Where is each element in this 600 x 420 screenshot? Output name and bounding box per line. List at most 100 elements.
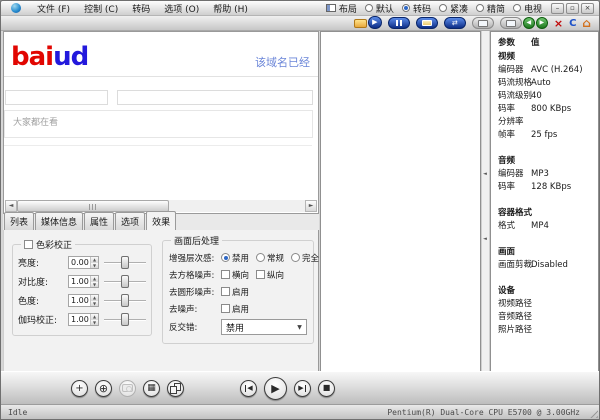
encode-button[interactable]: ▶ bbox=[354, 16, 382, 30]
param-row[interactable]: 码率800 KBps bbox=[498, 103, 596, 116]
gamma-slider[interactable] bbox=[104, 312, 146, 327]
ad-link-box[interactable] bbox=[5, 90, 108, 105]
brightness-value[interactable]: 0.00 bbox=[69, 257, 90, 268]
layout-option-label[interactable]: 紧凑 bbox=[450, 2, 468, 15]
slider-thumb[interactable] bbox=[121, 313, 129, 326]
refresh-button[interactable]: C bbox=[569, 18, 576, 29]
param-row[interactable]: 码流级别40 bbox=[498, 90, 596, 103]
enhance-option-normal[interactable]: 常规 bbox=[256, 252, 284, 264]
slider-thumb[interactable] bbox=[121, 256, 129, 269]
pane-splitter[interactable]: ◄ ◄ bbox=[481, 31, 490, 373]
browse-folder-button[interactable] bbox=[416, 17, 438, 29]
radio-icon[interactable] bbox=[256, 253, 265, 262]
param-row[interactable]: 码流规格Auto bbox=[498, 77, 596, 90]
forward-button[interactable]: ▶ bbox=[536, 17, 548, 29]
hue-value[interactable]: 1.00 bbox=[69, 295, 90, 306]
layout-radio-default[interactable] bbox=[365, 4, 373, 12]
layout-option-label[interactable]: 转码 bbox=[413, 2, 431, 15]
home-button[interactable]: ⌂ bbox=[582, 17, 591, 29]
stop-button[interactable]: ■ bbox=[318, 380, 335, 397]
enhance-option-disable[interactable]: 禁用 bbox=[221, 252, 249, 264]
checkbox-icon[interactable] bbox=[221, 270, 230, 279]
color-correction-checkbox[interactable] bbox=[24, 240, 33, 249]
menu-control[interactable]: 控制 (C) bbox=[77, 2, 125, 15]
spinner-arrows[interactable]: ▲▼ bbox=[90, 314, 98, 325]
param-row[interactable]: 分辨率 bbox=[498, 116, 596, 129]
value-col-header[interactable]: 值 bbox=[531, 36, 540, 51]
tab-properties[interactable]: 属性 bbox=[84, 212, 114, 230]
close-button[interactable]: × bbox=[581, 3, 594, 14]
splitter-collapse-icon[interactable]: ◄ bbox=[483, 171, 487, 177]
scrollbar-track[interactable] bbox=[169, 200, 305, 212]
hue-spinner[interactable]: 1.00 ▲▼ bbox=[68, 294, 99, 307]
gamma-value[interactable]: 1.00 bbox=[69, 314, 90, 325]
maximize-button[interactable]: ▫ bbox=[566, 3, 579, 14]
param-row[interactable]: 码率128 KBps bbox=[498, 181, 596, 194]
layout-radio-tv[interactable] bbox=[513, 4, 521, 12]
layout-radio-transcode[interactable] bbox=[402, 4, 410, 12]
snapshot-button[interactable] bbox=[119, 380, 136, 397]
menu-options[interactable]: 选项 (O) bbox=[157, 2, 206, 15]
layout-radio-minimal[interactable] bbox=[476, 4, 484, 12]
scroll-left-arrow[interactable]: ◄ bbox=[5, 200, 17, 212]
contrast-value[interactable]: 1.00 bbox=[69, 276, 90, 287]
dering-enable[interactable]: 启用 bbox=[221, 286, 249, 298]
denoise-enable[interactable]: 启用 bbox=[221, 303, 249, 315]
param-row[interactable]: 格式MP4 bbox=[498, 220, 596, 233]
param-row[interactable]: 音频路径 bbox=[498, 311, 596, 324]
spinner-arrows[interactable]: ▲▼ bbox=[90, 276, 98, 287]
menu-file[interactable]: 文件 (F) bbox=[30, 2, 77, 15]
tab-media-info[interactable]: 媒体信息 bbox=[35, 212, 83, 230]
ad-link-box[interactable] bbox=[117, 90, 313, 105]
param-row[interactable]: 照片路径 bbox=[498, 324, 596, 337]
cancel-button[interactable]: × bbox=[554, 18, 563, 29]
domain-promo-link[interactable]: 该域名已经 bbox=[255, 54, 310, 70]
checkbox-icon[interactable] bbox=[221, 287, 230, 296]
splitter-collapse-icon[interactable]: ◄ bbox=[483, 236, 487, 242]
brightness-spinner[interactable]: 0.00 ▲▼ bbox=[68, 256, 99, 269]
gamma-spinner[interactable]: 1.00 ▲▼ bbox=[68, 313, 99, 326]
pause-button[interactable] bbox=[388, 17, 410, 29]
param-row[interactable]: 画面剪裁Disabled bbox=[498, 259, 596, 272]
tab-list[interactable]: 列表 bbox=[4, 212, 34, 230]
add-button[interactable]: + bbox=[71, 380, 88, 397]
grid-view-button[interactable]: ▦ bbox=[143, 380, 160, 397]
next-button[interactable]: ▶ bbox=[294, 380, 311, 397]
fit-view-button[interactable]: ⊕ bbox=[95, 380, 112, 397]
previous-button[interactable]: ◀ bbox=[240, 380, 257, 397]
slider-thumb[interactable] bbox=[121, 294, 129, 307]
tab-options[interactable]: 选项 bbox=[115, 212, 145, 230]
scroll-right-arrow[interactable]: ► bbox=[305, 200, 317, 212]
swap-button[interactable]: ⇄ bbox=[444, 17, 466, 29]
enhance-option-full[interactable]: 完全 bbox=[291, 252, 319, 264]
param-row[interactable]: 编码器MP3 bbox=[498, 168, 596, 181]
checkbox-icon[interactable] bbox=[221, 304, 230, 313]
menu-transcode[interactable]: 转码 bbox=[125, 2, 157, 15]
deblock-horizontal[interactable]: 横向 bbox=[221, 269, 249, 281]
radio-icon[interactable] bbox=[291, 253, 300, 262]
layout-radio-compact[interactable] bbox=[439, 4, 447, 12]
monitor-back-button[interactable]: ◀ bbox=[500, 17, 530, 29]
copy-button[interactable] bbox=[167, 380, 184, 397]
layout-option-label[interactable]: 默认 bbox=[376, 2, 394, 15]
spinner-arrows[interactable]: ▲▼ bbox=[90, 295, 98, 306]
param-col-header[interactable]: 参数 bbox=[498, 36, 531, 51]
slider-thumb[interactable] bbox=[121, 275, 129, 288]
minimize-button[interactable]: – bbox=[551, 3, 564, 14]
param-row[interactable]: 视频路径 bbox=[498, 298, 596, 311]
contrast-spinner[interactable]: 1.00 ▲▼ bbox=[68, 275, 99, 288]
radio-icon[interactable] bbox=[221, 253, 230, 262]
play-button[interactable]: ▶ bbox=[264, 377, 287, 400]
param-row[interactable]: 帧率25 fps bbox=[498, 129, 596, 142]
deinterlace-dropdown[interactable]: 禁用 ▼ bbox=[221, 319, 307, 335]
chevron-down-icon[interactable]: ▼ bbox=[293, 324, 306, 331]
menu-help[interactable]: 帮助 (H) bbox=[206, 2, 255, 15]
layout-option-label[interactable]: 精简 bbox=[487, 2, 505, 15]
tab-effects[interactable]: 效果 bbox=[146, 211, 176, 230]
brightness-slider[interactable] bbox=[104, 255, 146, 270]
spinner-arrows[interactable]: ▲▼ bbox=[90, 257, 98, 268]
deblock-vertical[interactable]: 纵向 bbox=[256, 269, 284, 281]
checkbox-icon[interactable] bbox=[256, 270, 265, 279]
layout-option-label[interactable]: 电视 bbox=[524, 2, 542, 15]
preview-monitor-button[interactable] bbox=[472, 17, 494, 29]
